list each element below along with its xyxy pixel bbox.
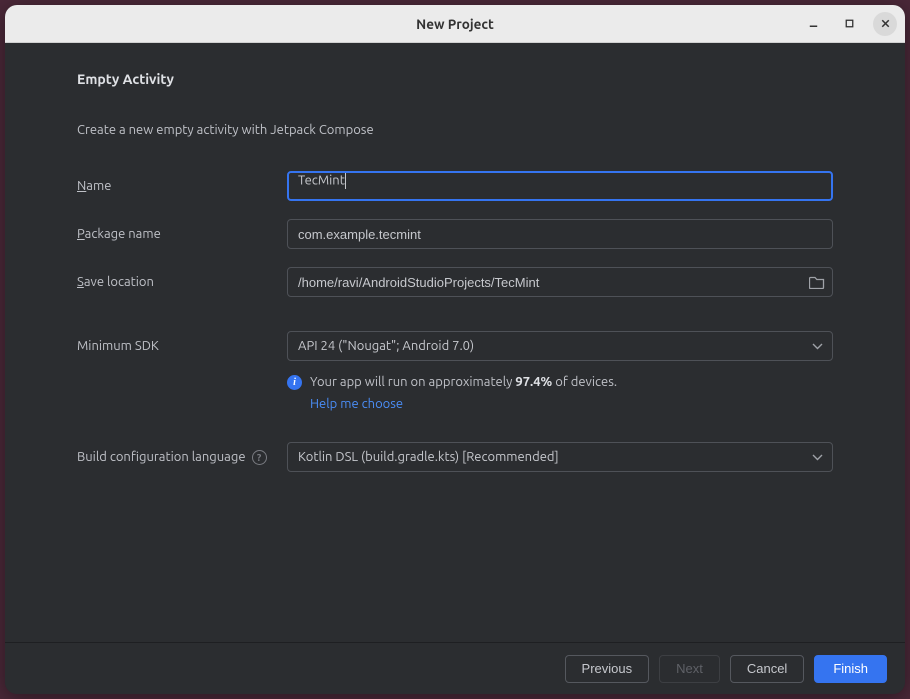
text-cursor-icon xyxy=(345,173,346,189)
info-icon: i xyxy=(287,375,302,390)
titlebar: New Project xyxy=(5,5,905,43)
package-name-label: Package name xyxy=(77,227,287,241)
save-location-label: Save location xyxy=(77,275,287,289)
folder-icon[interactable] xyxy=(809,276,825,289)
close-button[interactable] xyxy=(873,12,897,36)
next-button: Next xyxy=(659,655,720,683)
titlebar-controls xyxy=(801,12,897,36)
form-row-package: Package name xyxy=(77,219,833,249)
dialog-footer: Previous Next Cancel Finish xyxy=(5,642,905,694)
build-lang-select[interactable]: Kotlin DSL (build.gradle.kts) [Recommend… xyxy=(287,442,833,472)
chevron-down-icon xyxy=(812,343,823,350)
dialog-content: Empty Activity Create a new empty activi… xyxy=(5,43,905,642)
cancel-button[interactable]: Cancel xyxy=(730,655,804,683)
help-icon[interactable]: ? xyxy=(252,450,267,465)
form-row-name: Name TecMint xyxy=(77,171,833,201)
help-me-choose-link[interactable]: Help me choose xyxy=(310,395,617,415)
chevron-down-icon xyxy=(812,454,823,461)
dialog-window: New Project Empty Activity Create a new … xyxy=(5,5,905,694)
form-row-min-sdk: Minimum SDK API 24 ("Nougat"; Android 7.… xyxy=(77,331,833,361)
build-lang-label: Build configuration language ? xyxy=(77,450,287,465)
page-subheading: Create a new empty activity with Jetpack… xyxy=(77,123,833,137)
page-heading: Empty Activity xyxy=(77,71,833,87)
window-title: New Project xyxy=(416,16,494,32)
name-input[interactable]: TecMint xyxy=(287,171,833,201)
minimize-button[interactable] xyxy=(801,12,825,36)
min-sdk-label: Minimum SDK xyxy=(77,339,287,353)
min-sdk-select[interactable]: API 24 ("Nougat"; Android 7.0) xyxy=(287,331,833,361)
previous-button[interactable]: Previous xyxy=(565,655,650,683)
package-name-input[interactable] xyxy=(287,219,833,249)
finish-button[interactable]: Finish xyxy=(814,655,887,683)
form-row-save-location: Save location xyxy=(77,267,833,297)
sdk-hint-text: Your app will run on approximately 97.4%… xyxy=(310,373,617,414)
save-location-input[interactable] xyxy=(287,267,833,297)
name-label: Name xyxy=(77,179,287,193)
form-row-build-lang: Build configuration language ? Kotlin DS… xyxy=(77,442,833,472)
maximize-button[interactable] xyxy=(837,12,861,36)
sdk-hint: i Your app will run on approximately 97.… xyxy=(287,373,833,414)
